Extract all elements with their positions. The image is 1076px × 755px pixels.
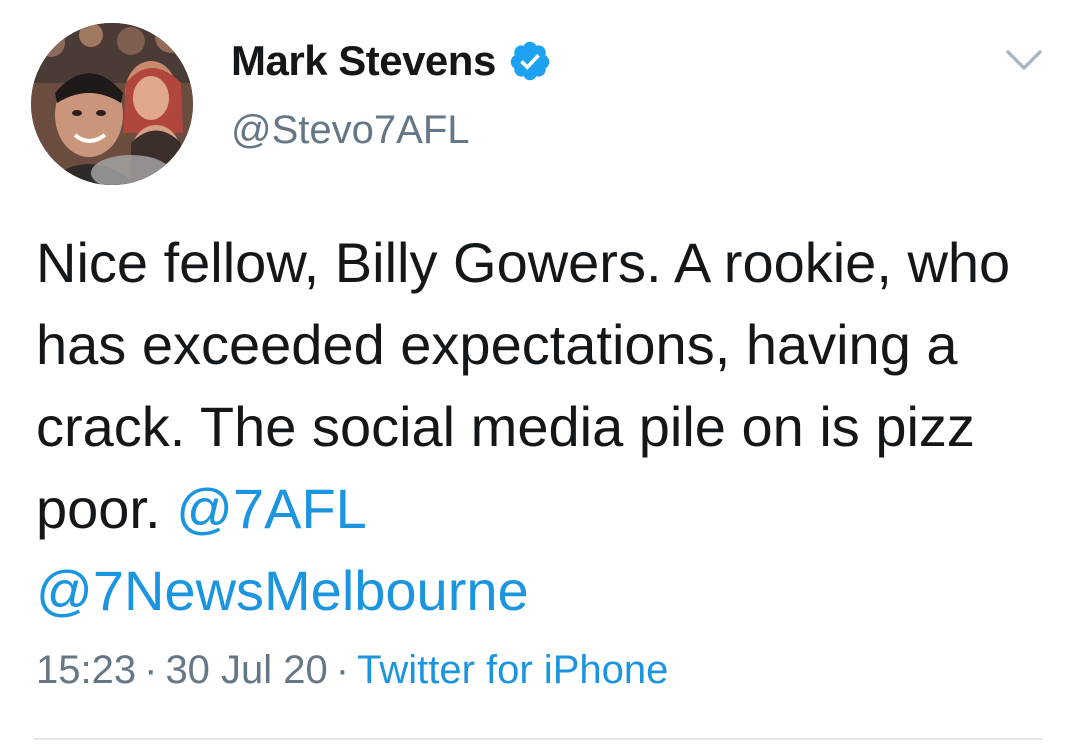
tweet-card: Mark Stevens @Stevo7AFL Nice fellow, Bil…: [0, 0, 1076, 755]
divider: [33, 738, 1043, 740]
author-name-row: Mark Stevens: [231, 34, 552, 88]
user-handle[interactable]: @Stevo7AFL: [231, 108, 552, 153]
tweet-time[interactable]: 15:23: [36, 648, 136, 692]
avatar-photo: [31, 23, 193, 185]
mention-7newsmelbourne[interactable]: @7NewsMelbourne: [36, 559, 529, 622]
separator: ·: [144, 648, 158, 692]
chevron-down-icon[interactable]: [1004, 46, 1044, 76]
mention-7afl[interactable]: @7AFL: [176, 477, 367, 540]
tweet-source[interactable]: Twitter for iPhone: [357, 648, 668, 692]
verified-badge-icon: [508, 39, 552, 83]
tweet-author: Mark Stevens @Stevo7AFL: [231, 34, 552, 153]
tweet-text: Nice fellow, Billy Gowers. A rookie, who…: [36, 222, 1046, 632]
display-name[interactable]: Mark Stevens: [231, 37, 496, 85]
avatar[interactable]: [31, 23, 193, 185]
tweet-date[interactable]: 30 Jul 20: [165, 648, 327, 692]
tweet-metadata: 15:23 · 30 Jul 20 · Twitter for iPhone: [36, 648, 668, 693]
separator: ·: [335, 648, 350, 692]
